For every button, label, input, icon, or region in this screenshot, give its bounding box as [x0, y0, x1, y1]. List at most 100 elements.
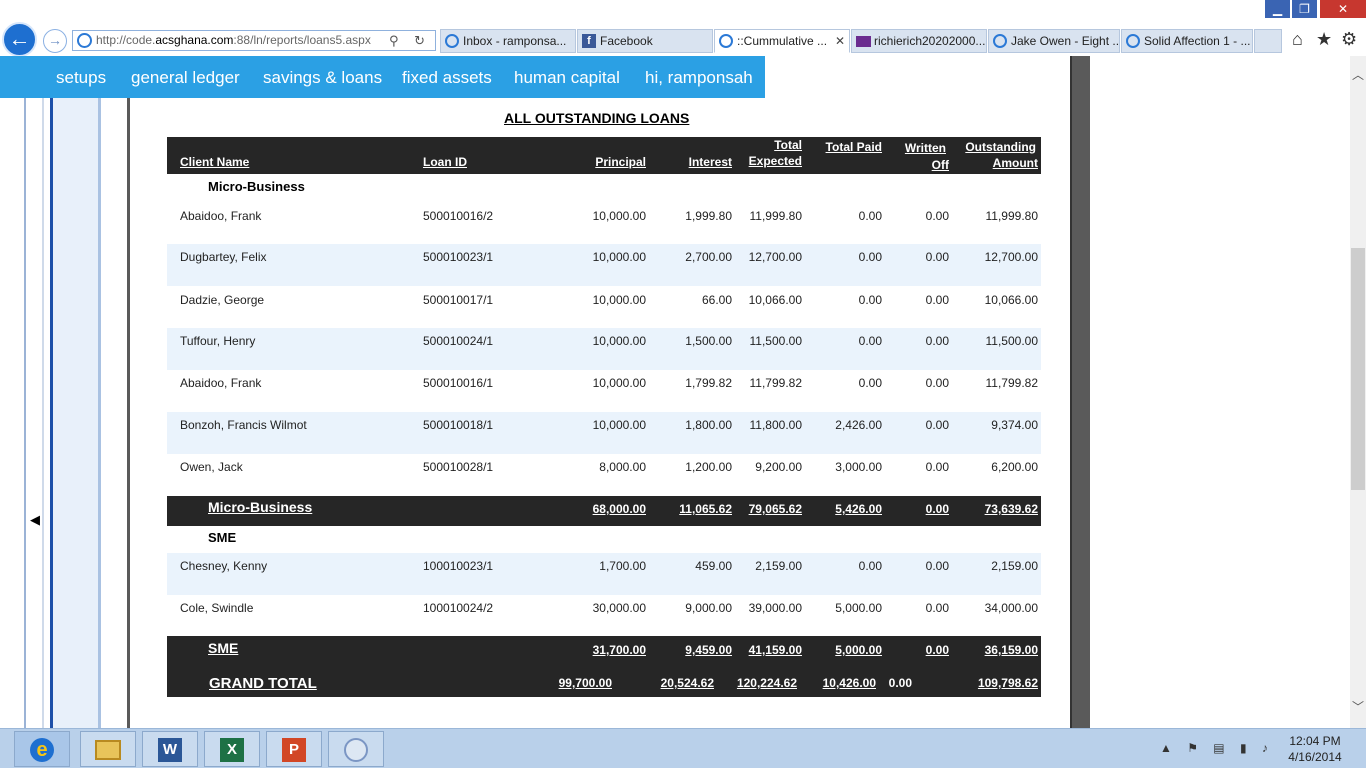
new-tab-button[interactable]: [1254, 29, 1282, 53]
subtotal-total-expected: 41,159.00: [748, 643, 802, 657]
taskbar: e W X P ▲ ⚑ ▤ ▮ ♪ 12:04 PM 4/16/2014: [0, 728, 1366, 768]
search-refresh-icons[interactable]: ⚲ ↻: [389, 31, 431, 50]
subtotal-label: SME: [208, 640, 239, 656]
principal: 10,000.00: [592, 418, 646, 432]
header-written-off-line1[interactable]: Written: [905, 141, 946, 156]
subtotal-interest: 9,459.00: [685, 643, 732, 657]
header-total-expected-line1[interactable]: Total: [774, 138, 802, 153]
subtotal-written-off: 0.00: [925, 502, 949, 516]
collapse-arrow-icon[interactable]: ◀: [30, 512, 40, 528]
maximize-button[interactable]: ❐: [1292, 0, 1317, 18]
tab-close-icon[interactable]: ✕: [835, 30, 845, 52]
interest: 1,799.82: [685, 376, 732, 390]
principal: 30,000.00: [592, 601, 646, 615]
sidebar-divider: [98, 56, 101, 728]
header-principal[interactable]: Principal: [595, 155, 646, 170]
grand-total-total-expected: 120,224.62: [736, 676, 797, 690]
excel-icon: X: [220, 738, 244, 762]
header-total-paid[interactable]: Total Paid: [826, 140, 882, 155]
word-icon: W: [158, 738, 182, 762]
right-blank-area: [1090, 56, 1350, 728]
folder-icon: [95, 740, 121, 760]
taskbar-excel[interactable]: X: [204, 731, 260, 767]
header-loan-id[interactable]: Loan ID: [423, 155, 467, 170]
close-window-button[interactable]: ✕: [1320, 0, 1366, 18]
sidebar-divider: [24, 56, 26, 728]
tab-inbox[interactable]: Inbox - ramponsa...: [440, 29, 576, 53]
header-outstanding-line1[interactable]: Outstanding: [965, 140, 1036, 155]
taskbar-clock[interactable]: 12:04 PM 4/16/2014: [1280, 733, 1350, 765]
nav-user-greeting[interactable]: hi, ramponsah: [645, 68, 753, 88]
scroll-up-icon[interactable]: ︿: [1350, 66, 1366, 83]
interest: 2,700.00: [685, 250, 732, 264]
header-client-name[interactable]: Client Name: [180, 155, 249, 170]
subtotal-principal: 31,700.00: [592, 643, 646, 657]
header-interest[interactable]: Interest: [689, 155, 732, 170]
nav-savings-loans[interactable]: savings & loans: [263, 68, 382, 88]
ie-icon: [719, 34, 733, 48]
header-outstanding-line2[interactable]: Amount: [993, 156, 1038, 171]
taskbar-internet-explorer[interactable]: e: [14, 731, 70, 767]
facebook-icon: f: [582, 34, 596, 48]
mail-icon: [856, 36, 871, 47]
tab-solid-affection[interactable]: Solid Affection 1 - ...: [1121, 29, 1253, 53]
group-label-micro-business: Micro-Business: [208, 179, 305, 194]
address-bar[interactable]: http://code.acsghana.com:88/ln/reports/l…: [72, 30, 436, 51]
forward-button[interactable]: →: [43, 29, 67, 53]
taskbar-file-explorer[interactable]: [80, 731, 136, 767]
loan-id: 500010028/1: [423, 460, 494, 474]
back-button[interactable]: ←: [2, 22, 37, 57]
total-expected: 11,800.00: [749, 418, 803, 432]
header-total-expected-line2[interactable]: Expected: [749, 154, 802, 169]
header-written-off-line2[interactable]: Off: [932, 158, 949, 173]
tab-cummulative[interactable]: ::Cummulative ... ✕: [714, 29, 850, 53]
outstanding: 2,159.00: [991, 559, 1038, 573]
total-expected: 12,700.00: [748, 250, 802, 264]
loan-id: 100010023/1: [423, 559, 494, 573]
outstanding: 11,500.00: [985, 334, 1039, 348]
nav-general-ledger[interactable]: general ledger: [131, 68, 240, 88]
ie-icon: [993, 34, 1007, 48]
written-off: 0.00: [925, 293, 949, 307]
total-expected: 9,200.00: [755, 460, 802, 474]
tab-mail[interactable]: richierich20202000...: [851, 29, 987, 53]
scrollbar-thumb[interactable]: [1351, 248, 1365, 490]
grand-total-interest: 20,524.62: [660, 676, 714, 690]
nav-setups[interactable]: setups: [56, 68, 106, 88]
interest: 1,200.00: [685, 460, 732, 474]
nav-human-capital[interactable]: human capital: [514, 68, 620, 88]
taskbar-paint[interactable]: [328, 731, 384, 767]
minimize-button[interactable]: ▁: [1265, 0, 1290, 18]
total-paid: 0.00: [858, 250, 882, 264]
favorites-star-icon[interactable]: ★: [1316, 29, 1332, 50]
tools-gear-icon[interactable]: ⚙: [1341, 29, 1357, 50]
loan-id: 500010018/1: [423, 418, 494, 432]
home-icon[interactable]: ⌂: [1292, 29, 1303, 50]
subtotal-outstanding: 36,159.00: [984, 643, 1038, 657]
taskbar-word[interactable]: W: [142, 731, 198, 767]
total-paid: 0.00: [858, 334, 882, 348]
back-arrow-icon: ←: [8, 26, 31, 51]
client-name: Abaidoo, Frank: [180, 376, 262, 390]
report-title: ALL OUTSTANDING LOANS: [504, 110, 690, 126]
url-prefix: http://code.: [96, 33, 156, 47]
outstanding: 34,000.00: [984, 601, 1038, 615]
interest: 66.00: [701, 293, 732, 307]
client-name: Chesney, Kenny: [180, 559, 268, 573]
powerpoint-icon: P: [282, 738, 306, 762]
system-tray-icons[interactable]: ▲ ⚑ ▤ ▮ ♪: [1160, 741, 1274, 755]
group-label-sme: SME: [208, 530, 237, 545]
tab-jake-owen[interactable]: Jake Owen - Eight ...: [988, 29, 1120, 53]
grand-total-total-paid: 10,426.00: [822, 676, 876, 690]
subtotal-principal: 68,000.00: [592, 502, 646, 516]
scroll-down-icon[interactable]: ﹀: [1350, 698, 1366, 715]
principal: 10,000.00: [592, 209, 646, 223]
written-off: 0.00: [925, 250, 949, 264]
taskbar-powerpoint[interactable]: P: [266, 731, 322, 767]
tab-facebook[interactable]: f Facebook: [577, 29, 713, 53]
principal: 10,000.00: [592, 376, 646, 390]
total-expected: 11,799.82: [749, 376, 803, 390]
nav-fixed-assets[interactable]: fixed assets: [402, 68, 492, 88]
loan-id: 500010023/1: [423, 250, 494, 264]
principal: 1,700.00: [599, 559, 646, 573]
